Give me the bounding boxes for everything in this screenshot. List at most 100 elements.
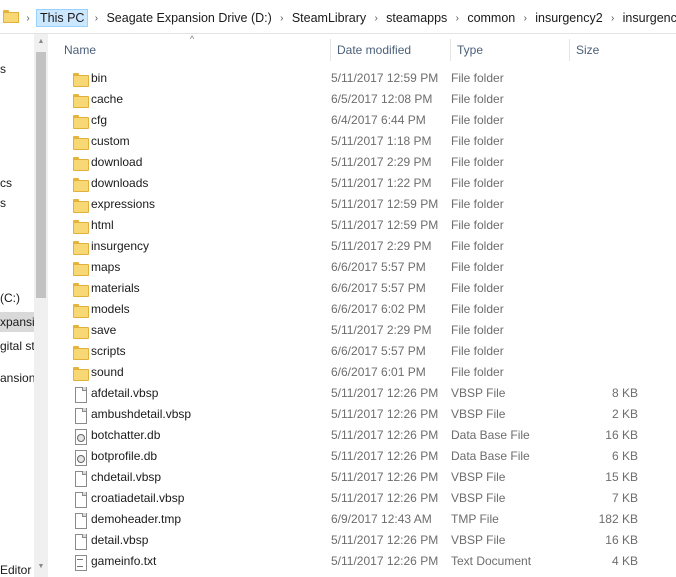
file-size: 2 KB xyxy=(611,407,638,421)
file-type: VBSP File xyxy=(451,407,506,421)
list-item[interactable]: afdetail.vbsp 5/11/2017 12:26 PM VBSP File… xyxy=(48,383,676,404)
list-item[interactable]: download 5/11/2017 2:29 PM File folder xyxy=(48,152,676,173)
file-type: File folder xyxy=(451,365,504,379)
list-item[interactable]: detail.vbsp 5/11/2017 12:26 PM VBSP File 16… xyxy=(48,530,676,551)
breadcrumb-item[interactable]: insurgency xyxy=(621,11,676,25)
list-item[interactable]: models 6/6/2017 6:02 PM File folder xyxy=(48,299,676,320)
list-item[interactable]: demoheader.tmp 6/9/2017 12:43 AM TMP File 1… xyxy=(48,509,676,530)
file-size: 7 KB xyxy=(611,491,638,505)
folder-icon xyxy=(72,92,89,108)
file-date-modified: 6/4/2017 6:44 PM xyxy=(331,113,426,127)
list-item[interactable]: cfg 6/4/2017 6:44 PM File folder xyxy=(48,110,676,131)
file-date-modified: 5/11/2017 2:29 PM xyxy=(331,155,432,169)
chevron-right-icon[interactable]: › xyxy=(449,13,465,24)
list-item[interactable]: scripts 6/6/2017 5:57 PM File folder xyxy=(48,341,676,362)
file-size: 6 KB xyxy=(611,449,638,463)
nav-item[interactable]: cs xyxy=(0,173,12,193)
file-size: 182 KB xyxy=(598,512,638,526)
file-type: File folder xyxy=(451,239,504,253)
chevron-right-icon[interactable]: › xyxy=(274,13,290,24)
file-type: VBSP File xyxy=(451,533,506,547)
column-header-name[interactable]: Name xyxy=(48,39,331,61)
nav-item[interactable]: Editor xyxy=(0,560,31,577)
scroll-up-arrow-icon[interactable]: ▲ xyxy=(34,38,48,48)
list-item[interactable]: expressions 5/11/2017 12:59 PM File folder xyxy=(48,194,676,215)
file-type: File folder xyxy=(451,134,504,148)
file-type: VBSP File xyxy=(451,491,506,505)
breadcrumb-item[interactable]: insurgency2 xyxy=(533,11,604,25)
nav-item[interactable]: gital st xyxy=(0,336,34,356)
list-item[interactable]: sound 6/6/2017 6:01 PM File folder xyxy=(48,362,676,383)
list-item[interactable]: ambushdetail.vbsp 5/11/2017 12:26 PM VBSP … xyxy=(48,404,676,425)
chevron-right-icon[interactable]: › xyxy=(605,13,621,24)
file-size: 16 KB xyxy=(605,533,638,547)
breadcrumb-item[interactable]: steamapps xyxy=(384,11,449,25)
file-name: cfg xyxy=(91,113,108,127)
file-type: File folder xyxy=(451,155,504,169)
file-date-modified: 6/6/2017 6:02 PM xyxy=(331,302,426,316)
file-date-modified: 5/11/2017 12:59 PM xyxy=(331,197,439,211)
list-item[interactable]: botchatter.db 5/11/2017 12:26 PM Data Base… xyxy=(48,425,676,446)
file-type: File folder xyxy=(451,281,504,295)
list-item[interactable]: croatiadetail.vbsp 5/11/2017 12:26 PM VBSP… xyxy=(48,488,676,509)
file-name: ambushdetail.vbsp xyxy=(91,407,192,421)
breadcrumb-item[interactable]: This PC xyxy=(36,9,89,27)
folder-icon xyxy=(72,260,89,276)
list-item[interactable]: chdetail.vbsp 5/11/2017 12:26 PM VBSP File… xyxy=(48,467,676,488)
folder-icon xyxy=(72,113,89,129)
file-list-view: ^ Name Date modified Type Size bin 5/11/2… xyxy=(48,34,676,577)
list-item[interactable]: gameinfo.txt 5/11/2017 12:26 PM Text Docum… xyxy=(48,551,676,572)
breadcrumb-item[interactable]: SteamLibrary xyxy=(290,11,368,25)
list-item[interactable]: custom 5/11/2017 1:18 PM File folder xyxy=(48,131,676,152)
list-item[interactable]: html 5/11/2017 12:59 PM File folder xyxy=(48,215,676,236)
list-item[interactable]: save 5/11/2017 2:29 PM File folder xyxy=(48,320,676,341)
nav-item[interactable]: (C:) xyxy=(0,288,20,308)
file-icon xyxy=(72,512,88,529)
file-date-modified: 5/11/2017 12:26 PM xyxy=(331,554,439,568)
folder-icon xyxy=(72,71,89,87)
folder-icon xyxy=(72,365,89,381)
breadcrumb-item[interactable]: Seagate Expansion Drive (D:) xyxy=(104,11,273,25)
file-name: custom xyxy=(91,134,130,148)
file-date-modified: 5/11/2017 12:26 PM xyxy=(331,470,439,484)
chevron-right-icon[interactable]: › xyxy=(20,13,36,24)
text-document-icon xyxy=(72,554,88,571)
column-header-size[interactable]: Size xyxy=(570,39,643,61)
column-header-row: Name Date modified Type Size xyxy=(48,39,676,61)
list-item[interactable]: materials 6/6/2017 5:57 PM File folder xyxy=(48,278,676,299)
address-bar[interactable]: › This PC › Seagate Expansion Drive (D:) › St… xyxy=(0,0,676,34)
file-type: File folder xyxy=(451,113,504,127)
nav-item[interactable]: xpansio xyxy=(0,312,34,332)
file-name: detail.vbsp xyxy=(91,533,149,547)
chevron-right-icon[interactable]: › xyxy=(88,13,104,24)
file-name: croatiadetail.vbsp xyxy=(91,491,185,505)
folder-icon xyxy=(72,176,89,192)
file-type: File folder xyxy=(451,92,504,106)
nav-item[interactable]: s xyxy=(0,59,6,79)
column-header-type[interactable]: Type xyxy=(451,39,570,61)
folder-icon xyxy=(72,239,89,255)
chevron-right-icon[interactable]: › xyxy=(517,13,533,24)
nav-scrollbar[interactable]: ▲ ▼ xyxy=(34,34,48,577)
file-date-modified: 6/6/2017 6:01 PM xyxy=(331,365,426,379)
list-item[interactable]: insurgency 5/11/2017 2:29 PM File folder xyxy=(48,236,676,257)
scroll-thumb[interactable] xyxy=(36,52,46,298)
column-header-date-modified[interactable]: Date modified xyxy=(331,39,451,61)
nav-item[interactable]: s xyxy=(0,193,6,213)
file-name: models xyxy=(91,302,130,316)
file-date-modified: 5/11/2017 1:22 PM xyxy=(331,176,432,190)
list-item[interactable]: maps 6/6/2017 5:57 PM File folder xyxy=(48,257,676,278)
nav-item[interactable]: ansion xyxy=(0,368,34,388)
list-item[interactable]: botprofile.db 5/11/2017 12:26 PM Data Base… xyxy=(48,446,676,467)
scroll-down-arrow-icon[interactable]: ▼ xyxy=(34,563,48,573)
file-type: File folder xyxy=(451,260,504,274)
list-item[interactable]: downloads 5/11/2017 1:22 PM File folder xyxy=(48,173,676,194)
file-type: Data Base File xyxy=(451,449,530,463)
breadcrumb-item[interactable]: common xyxy=(465,11,517,25)
file-name: insurgency xyxy=(91,239,150,253)
file-name: botchatter.db xyxy=(91,428,161,442)
list-item[interactable]: cache 6/5/2017 12:08 PM File folder xyxy=(48,89,676,110)
list-item[interactable]: bin 5/11/2017 12:59 PM File folder xyxy=(48,68,676,89)
chevron-right-icon[interactable]: › xyxy=(368,13,384,24)
file-name: chdetail.vbsp xyxy=(91,470,162,484)
